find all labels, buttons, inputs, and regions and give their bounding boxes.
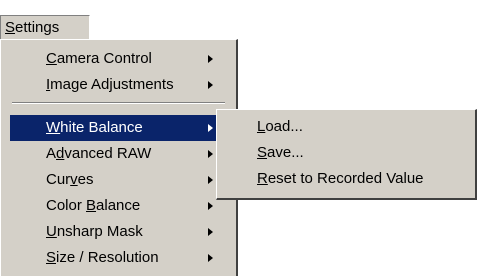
submenu-arrow-icon bbox=[208, 55, 213, 63]
menu-separator bbox=[12, 102, 225, 104]
settings-label: ettings bbox=[15, 19, 60, 36]
menu-item-curves[interactable]: Curves bbox=[10, 167, 227, 193]
menu-item-label: Unsharp Mask bbox=[46, 223, 143, 240]
menu-item-label: Advanced RAW bbox=[46, 145, 152, 162]
menu-item-label: Color Balance bbox=[46, 197, 141, 214]
settings-menu-title[interactable]: Settings bbox=[0, 15, 90, 40]
menu-item-white-balance[interactable]: White Balance bbox=[10, 115, 227, 141]
submenu-arrow-icon bbox=[208, 228, 213, 236]
settings-dropdown: Camera Control Image Adjustments White B… bbox=[0, 39, 238, 276]
submenu-item-reset-to-recorded-value[interactable]: Reset to Recorded Value bbox=[221, 166, 471, 192]
menu-item-advanced-raw[interactable]: Advanced RAW bbox=[10, 141, 227, 167]
menu-item-label: Image Adjustments bbox=[46, 76, 174, 93]
menu-item-label: White Balance bbox=[46, 119, 143, 136]
submenu-arrow-icon bbox=[208, 81, 213, 89]
menu-item-camera-control[interactable]: Camera Control bbox=[10, 46, 227, 72]
menu-item-image-adjustments[interactable]: Image Adjustments bbox=[10, 72, 227, 98]
settings-mnemonic: S bbox=[5, 19, 16, 36]
menu-item-size-resolution[interactable]: Size / Resolution bbox=[10, 245, 227, 271]
submenu-item-save[interactable]: Save... bbox=[221, 140, 471, 166]
submenu-arrow-icon bbox=[208, 254, 213, 262]
submenu-arrow-icon bbox=[208, 124, 213, 132]
white-balance-submenu: Load... Save... Reset to Recorded Value bbox=[216, 109, 477, 200]
menu-item-label: Camera Control bbox=[46, 50, 152, 67]
menu-item-unsharp-mask[interactable]: Unsharp Mask bbox=[10, 219, 227, 245]
menu-item-label: Size / Resolution bbox=[46, 249, 159, 266]
submenu-arrow-icon bbox=[208, 202, 213, 210]
menu-item-color-balance[interactable]: Color Balance bbox=[10, 193, 227, 219]
submenu-arrow-icon bbox=[208, 150, 213, 158]
submenu-arrow-icon bbox=[208, 176, 213, 184]
menu-item-label: Curves bbox=[46, 171, 94, 188]
submenu-item-load[interactable]: Load... bbox=[221, 114, 471, 140]
